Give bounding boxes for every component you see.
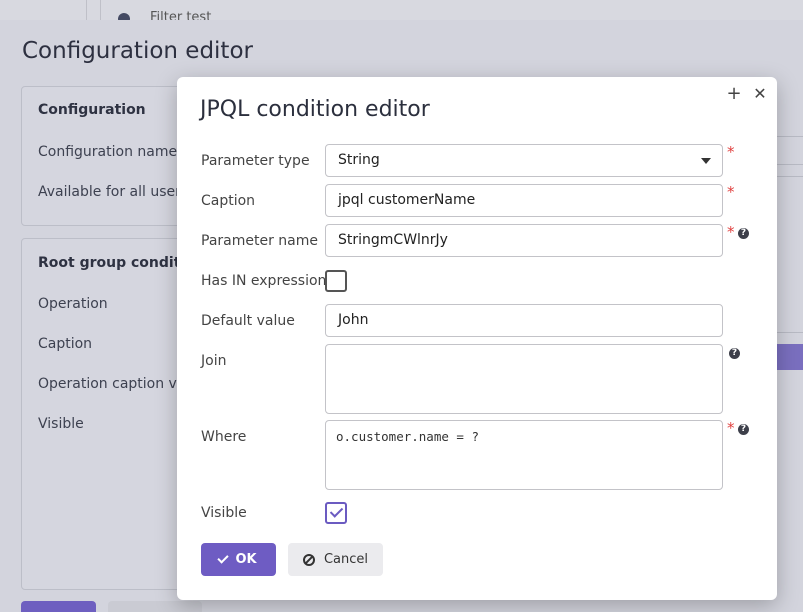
- required-marker: *: [727, 183, 735, 201]
- background-topbar: Filter test: [0, 0, 803, 25]
- where-textarea[interactable]: o.customer.name = ?: [325, 420, 723, 490]
- background-ok-button: [21, 601, 96, 612]
- caption-label: Caption: [38, 336, 93, 352]
- maximize-icon[interactable]: +: [725, 85, 743, 103]
- visible-label: Visible: [201, 505, 247, 521]
- parameter-type-value: String: [338, 152, 380, 168]
- root-group-panel: [21, 238, 193, 590]
- background-field-edge: [775, 164, 803, 165]
- help-icon[interactable]: ?: [738, 228, 749, 239]
- cancel-button[interactable]: Cancel: [288, 543, 383, 576]
- ok-button-label: OK: [235, 552, 257, 567]
- where-value: o.customer.name = ?: [336, 429, 479, 444]
- required-marker: *: [727, 223, 735, 241]
- background-field-edge: [775, 176, 803, 177]
- close-icon[interactable]: ✕: [751, 85, 769, 103]
- divider: [86, 0, 87, 20]
- operation-caption-visible-label: Operation caption vis: [38, 376, 189, 392]
- has-in-expression-checkbox[interactable]: [325, 270, 347, 292]
- configuration-name-label: Configuration name: [38, 144, 178, 160]
- background-field-edge: [775, 332, 803, 333]
- parameter-type-label: Parameter type: [201, 153, 310, 169]
- checkmark-icon: [329, 504, 344, 518]
- help-icon[interactable]: ?: [738, 424, 749, 435]
- background-field-edge: [775, 136, 803, 137]
- has-in-expression-label: Has IN expression: [201, 273, 327, 289]
- jpql-condition-editor-dialog: JPQL condition editor + ✕ Parameter type…: [177, 77, 777, 600]
- page-title: Configuration editor: [22, 38, 253, 64]
- operation-label: Operation: [38, 296, 108, 312]
- where-label: Where: [201, 429, 247, 445]
- dialog-title: JPQL condition editor: [200, 97, 430, 122]
- join-textarea[interactable]: [325, 344, 723, 414]
- default-value-label: Default value: [201, 313, 295, 329]
- parameter-name-label: Parameter name: [201, 233, 318, 249]
- background-cancel-button: [108, 601, 202, 612]
- join-label: Join: [201, 353, 227, 369]
- check-icon: [217, 552, 230, 564]
- configuration-panel-header: Configuration: [38, 102, 146, 118]
- default-value-input[interactable]: John: [325, 304, 723, 337]
- parameter-name-input[interactable]: StringmCWlnrJy: [325, 224, 723, 257]
- caption-input[interactable]: jpql customerName: [325, 184, 723, 217]
- required-marker: *: [727, 419, 735, 437]
- ban-icon: [302, 553, 315, 566]
- caption-label: Caption: [201, 193, 256, 209]
- help-icon[interactable]: ?: [729, 348, 740, 359]
- chevron-down-icon: [701, 158, 711, 164]
- visible-checkbox[interactable]: [325, 502, 347, 524]
- parameter-type-select[interactable]: String: [325, 144, 723, 177]
- visible-label: Visible: [38, 416, 84, 432]
- ok-button[interactable]: OK: [201, 543, 276, 576]
- divider: [100, 0, 101, 20]
- required-marker: *: [727, 143, 735, 161]
- background-selected-row: [776, 344, 803, 370]
- available-for-all-users-label: Available for all users: [38, 184, 189, 200]
- cancel-button-label: Cancel: [323, 552, 369, 567]
